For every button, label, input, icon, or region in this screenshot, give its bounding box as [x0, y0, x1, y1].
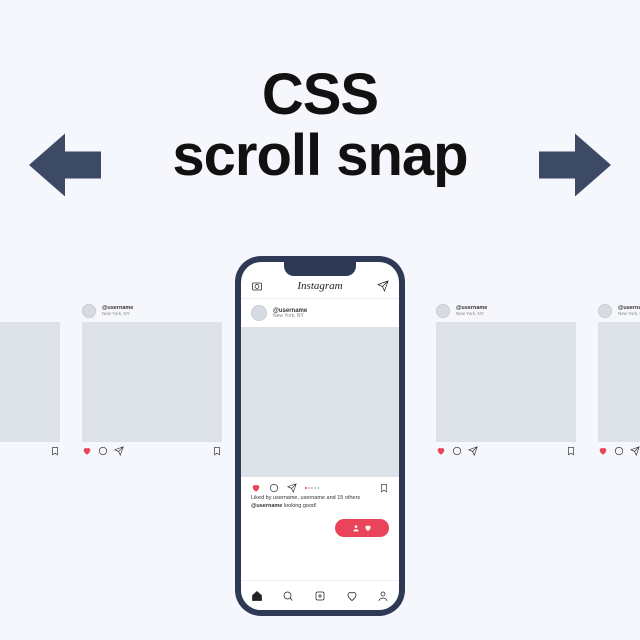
heart-icon: [82, 446, 92, 456]
avatar-icon[interactable]: [251, 305, 267, 321]
share-icon: [468, 446, 478, 456]
nav-activity-icon[interactable]: [346, 590, 358, 602]
phone-mockup: Instagram @username New York, NY Liked b…: [235, 256, 405, 616]
pill-heart-icon: [364, 524, 372, 532]
post-location: New York, NY: [273, 314, 307, 319]
nav-add-icon[interactable]: [314, 590, 326, 602]
post-image: [0, 322, 60, 442]
post-image[interactable]: [241, 327, 399, 477]
comment-icon: [614, 446, 624, 456]
bookmark-icon: [566, 446, 576, 456]
caption: @username looking good!: [241, 501, 399, 515]
post-card: @username New York, NY: [598, 300, 640, 456]
share-icon: [630, 446, 640, 456]
arrow-left-icon: [20, 120, 110, 210]
comment-icon: [98, 446, 108, 456]
card-location: New York, NY: [618, 312, 640, 317]
bookmark-icon[interactable]: [379, 483, 389, 493]
share-icon: [114, 446, 124, 456]
avatar-icon: [82, 304, 96, 318]
carousel-dots: [305, 487, 319, 489]
send-icon[interactable]: [377, 280, 389, 292]
app-brand: Instagram: [297, 280, 342, 292]
caption-text: looking good!: [284, 503, 317, 509]
bookmark-icon: [50, 446, 60, 456]
caption-user: @username: [251, 503, 282, 509]
post-card: @username New York, NY: [0, 300, 60, 456]
pill-person-icon: [352, 524, 360, 532]
bottom-nav: [241, 580, 399, 610]
comment-icon[interactable]: [269, 483, 279, 493]
post-image: [436, 322, 576, 442]
bookmark-icon: [212, 446, 222, 456]
avatar-icon: [598, 304, 612, 318]
title-line-1: CSS: [0, 65, 640, 126]
avatar-icon: [436, 304, 450, 318]
heart-icon: [436, 446, 446, 456]
post-card: @username New York, NY: [82, 300, 222, 456]
reaction-pill[interactable]: [335, 519, 389, 537]
heart-icon[interactable]: [251, 483, 261, 493]
arrow-right-icon: [530, 120, 620, 210]
nav-home-icon[interactable]: [251, 590, 263, 602]
share-icon[interactable]: [287, 483, 297, 493]
nav-profile-icon[interactable]: [377, 590, 389, 602]
camera-icon[interactable]: [251, 280, 263, 292]
nav-search-icon[interactable]: [282, 590, 294, 602]
post-image: [598, 322, 640, 442]
post-card: @username New York, NY: [436, 300, 576, 456]
post-image: [82, 322, 222, 442]
heart-icon: [598, 446, 608, 456]
comment-icon: [452, 446, 462, 456]
card-location: New York, NY: [102, 312, 133, 317]
card-location: New York, NY: [456, 312, 487, 317]
phone-notch: [284, 262, 356, 276]
